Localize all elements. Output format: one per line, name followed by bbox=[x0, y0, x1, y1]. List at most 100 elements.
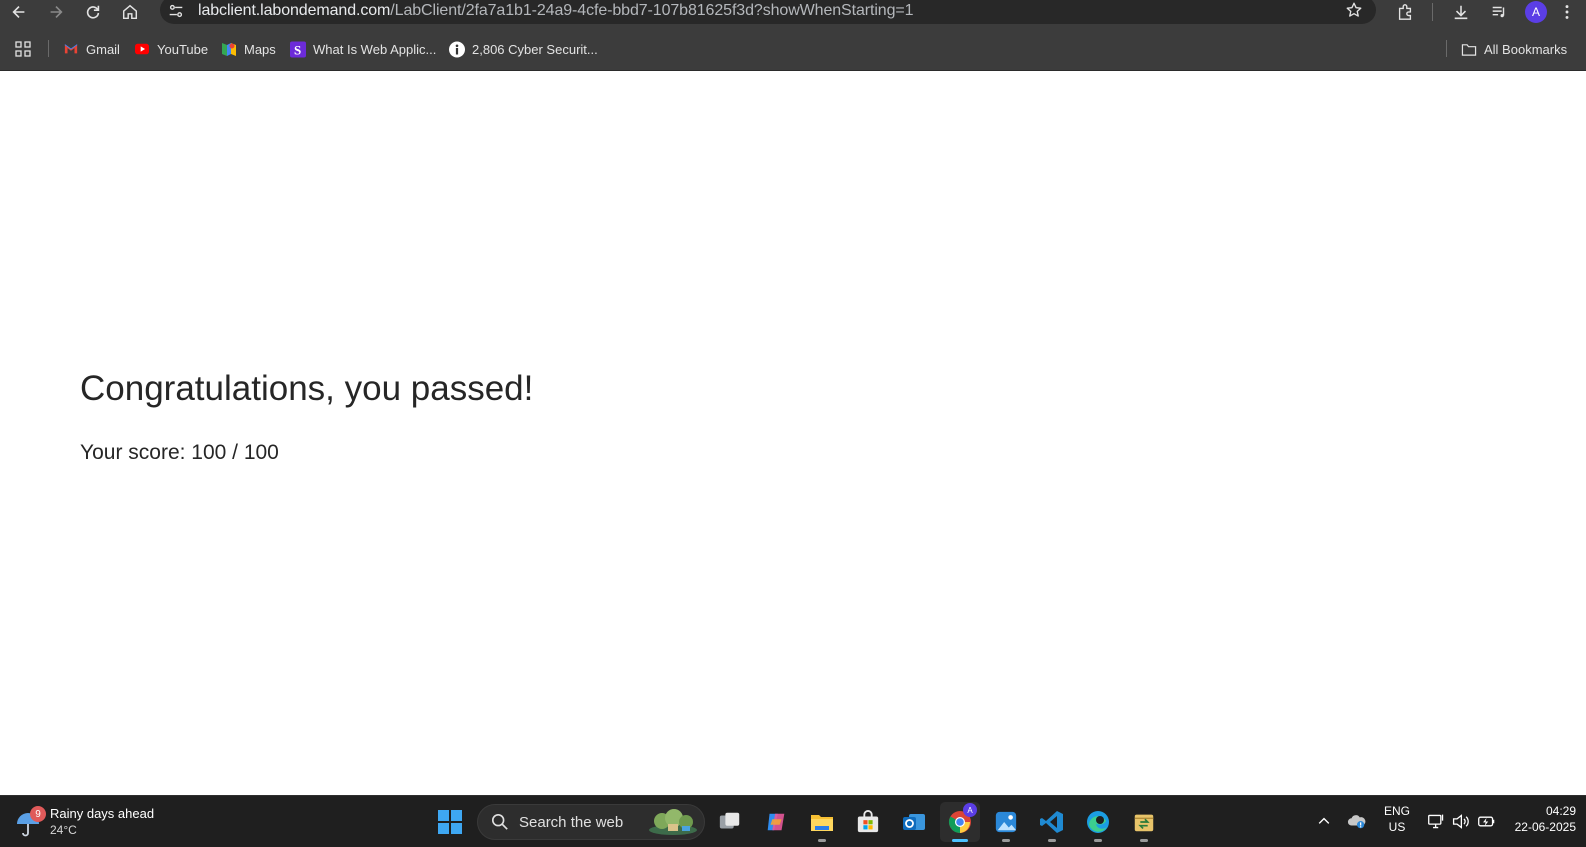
file-explorer-button[interactable] bbox=[802, 802, 842, 842]
copilot-icon bbox=[767, 813, 785, 831]
bookmarks-divider-right bbox=[1446, 40, 1447, 57]
edge-icon bbox=[1087, 811, 1109, 833]
all-bookmarks-button[interactable]: All Bookmarks bbox=[1461, 38, 1567, 60]
url-text: labclient.labondemand.com/LabClient/2fa7… bbox=[198, 2, 914, 20]
chrome-profile-badge: A bbox=[963, 803, 977, 817]
reload-button[interactable] bbox=[80, 0, 106, 24]
clock-time: 04:29 bbox=[1545, 804, 1576, 818]
cloud-icon bbox=[1347, 815, 1366, 829]
bookmark-web-applic[interactable]: S What Is Web Applic... bbox=[290, 38, 436, 60]
show-hidden-icons-button[interactable] bbox=[1313, 810, 1335, 832]
download-icon bbox=[1454, 5, 1468, 20]
running-indicator bbox=[1140, 839, 1148, 842]
outlook-icon bbox=[903, 814, 925, 830]
bookmarks-bar: Gmail YouTube Maps S What Is Web Applic.… bbox=[0, 26, 1586, 71]
battery-charging-icon bbox=[1477, 816, 1494, 826]
bookmark-maps[interactable]: Maps bbox=[221, 38, 276, 60]
kebab-menu-icon bbox=[1565, 5, 1569, 19]
weather-temperature: 24°C bbox=[50, 823, 77, 837]
running-indicator bbox=[1048, 839, 1056, 842]
weather-alert-badge: 9 bbox=[30, 806, 46, 822]
apps-grid-icon bbox=[15, 41, 31, 57]
url-host: labclient.labondemand.com bbox=[198, 2, 391, 19]
all-bookmarks-label: All Bookmarks bbox=[1484, 41, 1568, 57]
bookmark-cyber-security[interactable]: 2,806 Cyber Securit... bbox=[449, 38, 598, 60]
running-indicator bbox=[818, 839, 826, 842]
forward-button[interactable] bbox=[43, 0, 69, 24]
playlist-icon bbox=[1492, 6, 1505, 18]
start-button[interactable] bbox=[430, 802, 470, 842]
active-indicator bbox=[952, 839, 968, 842]
score-text: Your score: 100 / 100 bbox=[80, 441, 279, 464]
vscode-button[interactable] bbox=[1032, 802, 1072, 842]
result-headline: Congratulations, you passed! bbox=[80, 369, 534, 408]
weather-widget[interactable]: 9 Rainy days ahead 24°C bbox=[14, 802, 154, 842]
bookmark-label: What Is Web Applic... bbox=[313, 41, 437, 57]
search-icon bbox=[490, 812, 510, 832]
task-view-icon bbox=[719, 812, 740, 829]
puzzle-icon bbox=[1398, 4, 1412, 20]
windows-logo-icon bbox=[438, 810, 462, 834]
running-indicator bbox=[1094, 839, 1102, 842]
network-monitor-icon bbox=[1427, 814, 1443, 828]
store-bag-icon bbox=[857, 810, 879, 833]
info-site-icon bbox=[449, 41, 465, 57]
youtube-icon bbox=[134, 41, 150, 57]
svg-text:S: S bbox=[294, 42, 301, 57]
network-button[interactable] bbox=[1425, 810, 1447, 832]
app-button[interactable] bbox=[1124, 802, 1164, 842]
profile-avatar[interactable]: A bbox=[1525, 1, 1547, 23]
forward-arrow-icon bbox=[50, 6, 63, 18]
folder-icon bbox=[1461, 41, 1477, 57]
s-site-icon: S bbox=[290, 41, 306, 57]
photos-button[interactable] bbox=[986, 802, 1026, 842]
bookmark-label: Maps bbox=[244, 41, 276, 57]
microsoft-store-button[interactable] bbox=[848, 802, 888, 842]
back-button[interactable] bbox=[6, 0, 32, 24]
reload-icon bbox=[86, 5, 100, 19]
url-path: /LabClient/2fa7a1b1-24a9-4cfe-bbd7-107b8… bbox=[390, 2, 914, 19]
chrome-button[interactable]: A bbox=[940, 802, 980, 842]
browser-toolbar: labclient.labondemand.com/LabClient/2fa7… bbox=[0, 0, 1586, 26]
language-code: ENG bbox=[1384, 804, 1411, 818]
maps-icon bbox=[221, 41, 237, 57]
gmail-icon bbox=[63, 41, 79, 57]
input-language-indicator[interactable]: ENG US bbox=[1384, 803, 1410, 835]
vscode-icon bbox=[1040, 811, 1063, 833]
apps-button[interactable] bbox=[15, 38, 31, 60]
bookmark-label: Gmail bbox=[86, 41, 120, 57]
package-app-icon bbox=[1134, 814, 1154, 832]
bookmark-gmail[interactable]: Gmail bbox=[63, 38, 120, 60]
home-button[interactable] bbox=[117, 0, 143, 24]
copilot-button[interactable] bbox=[756, 802, 796, 842]
task-view-button[interactable] bbox=[710, 802, 750, 842]
onedrive-button[interactable] bbox=[1346, 810, 1368, 832]
taskbar-search[interactable]: Search the web bbox=[477, 804, 705, 840]
outlook-button[interactable] bbox=[894, 802, 934, 842]
bookmark-star-button[interactable] bbox=[1344, 0, 1364, 20]
home-icon bbox=[122, 4, 138, 20]
profile-initial: A bbox=[1531, 5, 1540, 19]
region-code: US bbox=[1388, 820, 1406, 834]
bookmark-youtube[interactable]: YouTube bbox=[134, 38, 208, 60]
address-bar[interactable]: labclient.labondemand.com/LabClient/2fa7… bbox=[160, 0, 1376, 24]
speaker-icon bbox=[1452, 813, 1469, 829]
running-indicator bbox=[1002, 839, 1010, 842]
system-clock[interactable]: 04:29 22-06-2025 bbox=[1515, 803, 1576, 835]
volume-button[interactable] bbox=[1449, 810, 1471, 832]
extensions-button[interactable] bbox=[1392, 0, 1418, 24]
battery-button[interactable] bbox=[1475, 810, 1497, 832]
star-icon bbox=[1346, 2, 1362, 17]
back-arrow-icon bbox=[12, 6, 25, 18]
toolbar-divider bbox=[1432, 3, 1433, 21]
downloads-button[interactable] bbox=[1448, 0, 1474, 24]
site-info-icon[interactable] bbox=[166, 1, 186, 21]
photos-icon bbox=[995, 811, 1017, 833]
menu-button[interactable] bbox=[1557, 0, 1577, 24]
edge-button[interactable] bbox=[1078, 802, 1118, 842]
page-content: Congratulations, you passed! Your score:… bbox=[0, 71, 1586, 795]
media-control-button[interactable] bbox=[1486, 0, 1512, 24]
bookmark-label: YouTube bbox=[157, 41, 209, 57]
bookmarks-divider bbox=[48, 40, 49, 57]
bookmark-label: 2,806 Cyber Securit... bbox=[472, 41, 598, 57]
